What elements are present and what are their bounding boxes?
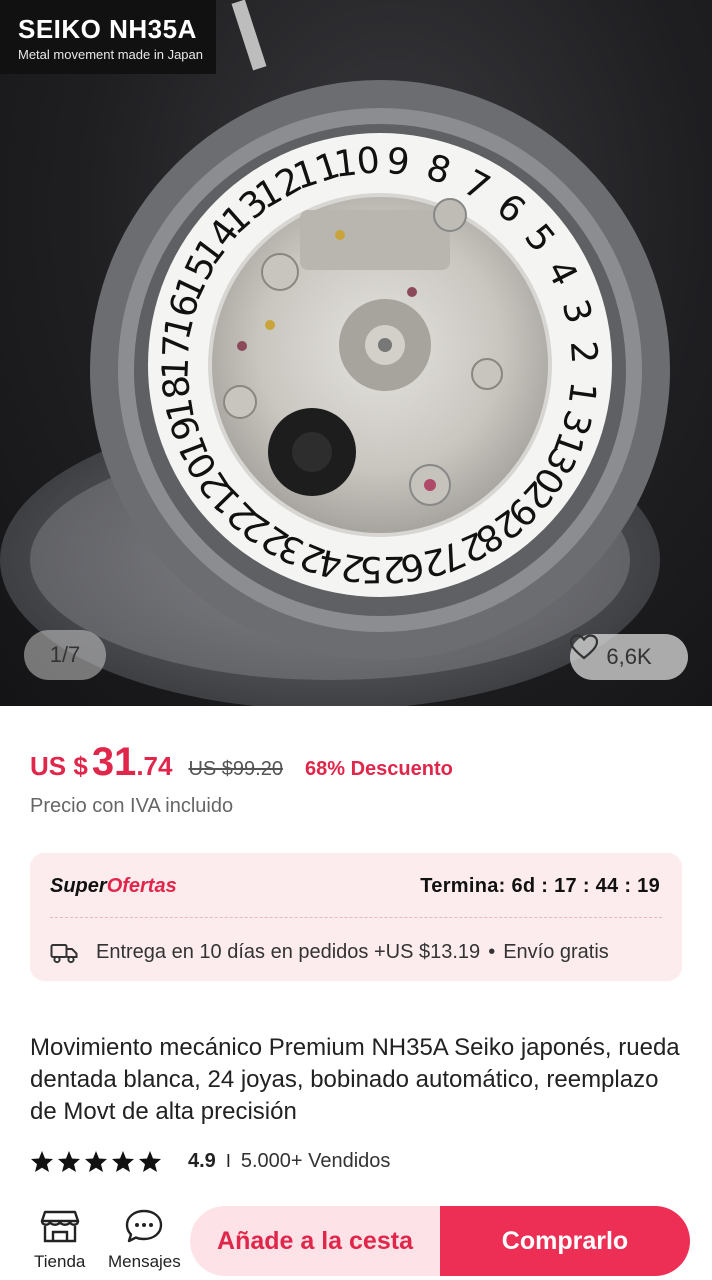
separator-dot: • <box>488 941 496 963</box>
heart-icon <box>570 634 598 660</box>
store-button[interactable]: Tienda <box>34 1208 85 1272</box>
price-currency: US $ <box>30 751 88 781</box>
messages-label: Mensajes <box>108 1252 181 1271</box>
price-integer: 31 <box>91 740 137 784</box>
store-icon <box>40 1210 79 1243</box>
divider <box>50 917 662 918</box>
date-numeral: 2 <box>562 339 604 364</box>
image-counter: 1/7 <box>24 630 106 680</box>
product-page: 1 2 3 4 5 6 7 8 9 10 11 12 13 14 15 16 17 18 19 20 21 22 23 24 2… <box>0 0 712 1280</box>
store-label: Tienda <box>34 1252 86 1271</box>
delivery-text: Entrega en 10 días en pedidos +US $13.19 <box>96 941 481 963</box>
brand-subtitle: Metal movement made in Japan <box>18 47 203 62</box>
star-icon <box>85 1151 107 1172</box>
chat-bubble-icon <box>126 1209 163 1243</box>
star-icon <box>58 1151 80 1172</box>
rating-stars <box>30 1150 162 1173</box>
product-image-gallery[interactable]: 1 2 3 4 5 6 7 8 9 10 11 12 13 14 15 16 17 18 19 20 21 22 23 24 2… <box>0 0 712 706</box>
messages-button[interactable]: Mensajes <box>108 1208 181 1272</box>
date-numeral: 9 <box>385 141 411 184</box>
rating-row[interactable]: 4.9 I 5.000+ Vendidos <box>30 1150 390 1173</box>
super-offers-label: SuperOfertas <box>50 875 177 897</box>
sold-count: 5.000+ Vendidos <box>240 1150 391 1172</box>
truck-icon <box>50 943 78 963</box>
rating-separator: I <box>225 1151 231 1171</box>
watch-movement-photo: 1234567891011121314151617181920212223242… <box>0 0 670 706</box>
discount-label: 68% Descuento <box>304 758 453 780</box>
brand-title: SEIKO NH35A <box>18 14 197 44</box>
original-price: US $99.20 <box>188 758 283 780</box>
star-icon <box>139 1151 161 1172</box>
price-decimal: .74 <box>136 751 173 781</box>
star-icon <box>31 1151 53 1172</box>
bottom-action-bar: Tienda Mensajes Añade a la cesta Comprar… <box>0 1196 712 1280</box>
rating-score: 4.9 <box>188 1150 216 1172</box>
vat-note: Precio con IVA incluido <box>30 795 234 817</box>
buy-now-button[interactable]: Comprarlo <box>440 1206 690 1276</box>
favorite-button[interactable]: 6,6K <box>570 634 688 680</box>
price-row: US $ 31 .74 US $99.20 68% Descuento <box>30 740 453 790</box>
star-icon <box>112 1151 134 1172</box>
delivery-info[interactable]: Entrega en 10 días en pedidos +US $13.19… <box>50 941 609 964</box>
product-title: Movimiento mecánico Premium NH35A Seiko … <box>30 1034 680 1125</box>
favorites-count: 6,6K <box>606 644 652 669</box>
add-to-cart-button[interactable]: Añade a la cesta <box>190 1206 440 1276</box>
super-offer-box: SuperOfertas Termina: 6d : 17 : 44 : 19 … <box>30 853 682 981</box>
free-shipping-text: Envío gratis <box>503 941 609 963</box>
brand-label: SEIKO NH35A Metal movement made in Japan <box>0 0 216 74</box>
offer-countdown: Termina: 6d : 17 : 44 : 19 <box>420 875 660 897</box>
